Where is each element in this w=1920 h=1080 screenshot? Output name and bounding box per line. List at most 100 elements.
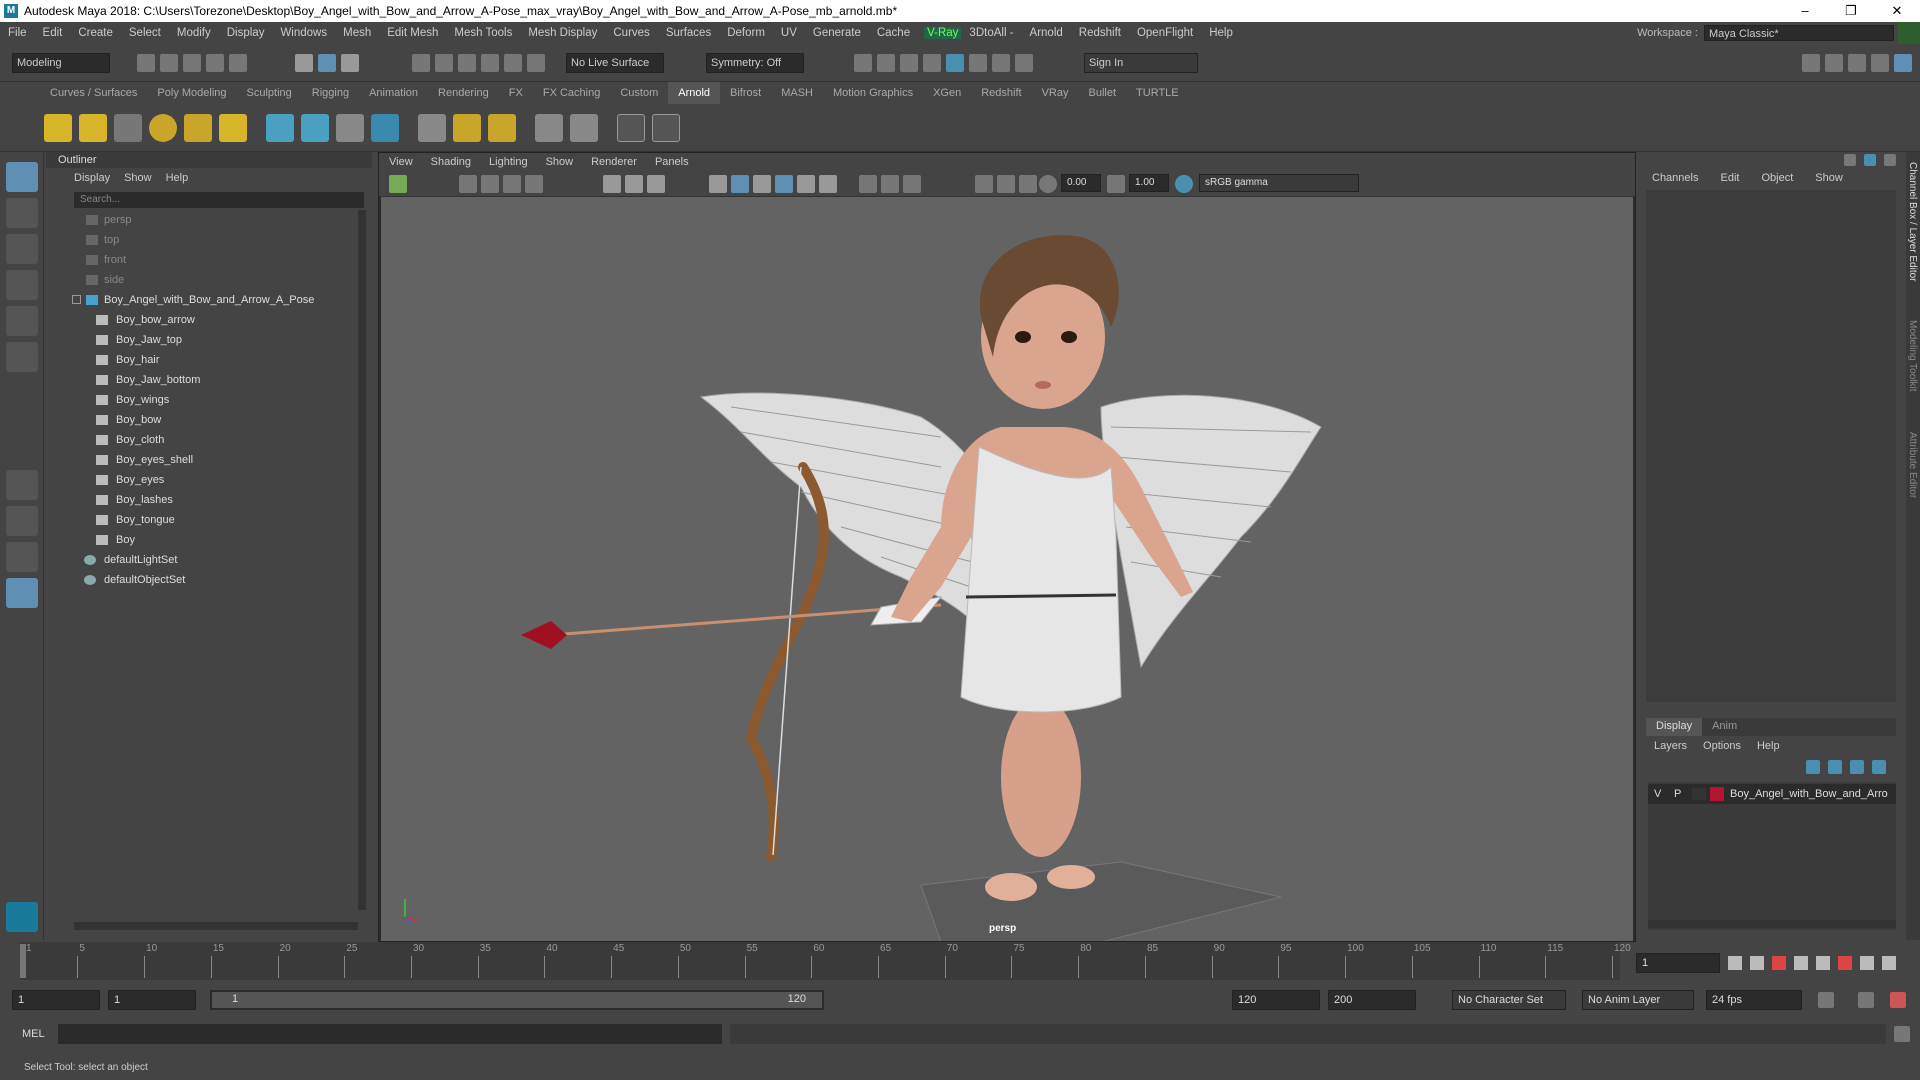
step-forward-key-icon[interactable]	[1860, 956, 1874, 970]
render-settings-arnold-icon[interactable]	[570, 114, 598, 142]
snap-pivot-icon[interactable]	[527, 54, 545, 72]
rotate-tool-icon[interactable]	[6, 306, 38, 336]
live-surface-dropdown[interactable]: No Live Surface	[566, 53, 664, 73]
film-gate-icon[interactable]	[625, 175, 643, 193]
channel-menu-edit[interactable]: Edit	[1720, 172, 1739, 184]
flush-cache-icon[interactable]	[453, 114, 481, 142]
select-hierarchy-icon[interactable]	[295, 54, 313, 72]
animation-start-field[interactable]: 1	[12, 990, 100, 1010]
viewport-menu-renderer[interactable]: Renderer	[591, 153, 637, 171]
shelf-tab-curves-surfaces[interactable]: Curves / Surfaces	[40, 87, 147, 99]
step-forward-frame-icon[interactable]	[1838, 956, 1852, 970]
tree-item-persp[interactable]: persp	[46, 210, 361, 230]
layer-row[interactable]: V P Boy_Angel_with_Bow_and_Arro	[1648, 784, 1896, 804]
play-backward-icon[interactable]	[1794, 956, 1808, 970]
menu-windows[interactable]: Windows	[272, 27, 335, 39]
outliner-layout-icon[interactable]	[6, 578, 38, 608]
menu-edit[interactable]: Edit	[35, 27, 71, 39]
current-frame-field[interactable]: 1	[1636, 953, 1720, 973]
script-editor-icon[interactable]	[1894, 1026, 1910, 1042]
modeling-toolkit-icon[interactable]	[1802, 54, 1820, 72]
menu-select[interactable]: Select	[121, 27, 169, 39]
tree-item-set[interactable]: defaultLightSet	[46, 550, 361, 570]
animation-end-field[interactable]: 200	[1328, 990, 1416, 1010]
resolution-gate-icon[interactable]	[647, 175, 665, 193]
menu-uv[interactable]: UV	[773, 27, 805, 39]
outliner-search-input[interactable]: Search...	[74, 192, 364, 208]
viewport-menu-show[interactable]: Show	[546, 153, 574, 171]
four-view-icon[interactable]	[6, 506, 38, 536]
snap-surface-icon[interactable]	[504, 54, 522, 72]
menu-help[interactable]: Help	[1201, 27, 1241, 39]
menu-mesh-display[interactable]: Mesh Display	[520, 27, 605, 39]
isolate-select-icon[interactable]	[975, 175, 993, 193]
new-scene-icon[interactable]	[137, 54, 155, 72]
redo-icon[interactable]	[229, 54, 247, 72]
channel-box-help-icon[interactable]	[1864, 154, 1876, 166]
play-render-icon[interactable]	[652, 114, 680, 142]
workspace-dropdown[interactable]: Maya Classic*	[1704, 25, 1894, 41]
physical-sky-icon[interactable]	[219, 114, 247, 142]
render-settings-icon[interactable]	[923, 54, 941, 72]
exposure-field[interactable]: 0.00	[1061, 174, 1101, 192]
render-view-arnold-icon[interactable]	[535, 114, 563, 142]
tree-item-child[interactable]: Boy_lashes	[46, 490, 361, 510]
playback-end-field[interactable]: 120	[1232, 990, 1320, 1010]
lasso-tool-icon[interactable]	[6, 198, 38, 228]
character-controls-icon[interactable]	[1825, 54, 1843, 72]
channel-box-pin-icon[interactable]	[1844, 154, 1856, 166]
tree-item-child[interactable]: Boy_wings	[46, 390, 361, 410]
character-set-dropdown[interactable]: No Character Set	[1452, 990, 1566, 1010]
camera-attributes-icon[interactable]	[459, 175, 477, 193]
side-tab-modeling-toolkit[interactable]: Modeling Toolkit	[1907, 320, 1918, 392]
shelf-tab-redshift[interactable]: Redshift	[971, 87, 1031, 99]
layer-playback-toggle[interactable]: P	[1674, 784, 1681, 804]
wireframe-icon[interactable]	[709, 175, 727, 193]
range-slider-handle[interactable]: 1 120	[212, 992, 822, 1008]
viewport-menu-panels[interactable]: Panels	[655, 153, 689, 171]
outliner-menu-help[interactable]: Help	[166, 168, 189, 188]
shelf-tab-bifrost[interactable]: Bifrost	[720, 87, 771, 99]
attribute-editor-icon[interactable]	[1848, 54, 1866, 72]
menu-mesh-tools[interactable]: Mesh Tools	[446, 27, 520, 39]
shelf-tab-xgen[interactable]: XGen	[923, 87, 971, 99]
curvature-icon[interactable]	[371, 114, 399, 142]
menu-modify[interactable]: Modify	[169, 27, 219, 39]
menu-openflight[interactable]: OpenFlight	[1129, 27, 1201, 39]
export-standin-icon[interactable]	[301, 114, 329, 142]
remove-cache-icon[interactable]	[488, 114, 516, 142]
tree-item-child[interactable]: Boy_bow_arrow	[46, 310, 361, 330]
tree-item-front[interactable]: front	[46, 250, 361, 270]
tree-item-child[interactable]: Boy_eyes	[46, 470, 361, 490]
tree-item-child[interactable]: Boy_tongue	[46, 510, 361, 530]
layer-scrollbar[interactable]	[1648, 920, 1896, 928]
default-material-icon[interactable]	[753, 175, 771, 193]
close-button[interactable]: ✕	[1874, 0, 1920, 22]
step-back-key-icon[interactable]	[1750, 956, 1764, 970]
outliner-menu-show[interactable]: Show	[124, 168, 152, 188]
move-layer-down-icon[interactable]	[1828, 760, 1842, 774]
menu-generate[interactable]: Generate	[805, 27, 869, 39]
shelf-tab-vray[interactable]: VRay	[1032, 87, 1079, 99]
save-scene-icon[interactable]	[183, 54, 201, 72]
collapse-icon[interactable]	[72, 295, 81, 304]
shadows-icon[interactable]	[819, 175, 837, 193]
snap-curve-icon[interactable]	[435, 54, 453, 72]
single-perspective-view-icon[interactable]	[6, 470, 38, 500]
grid-icon[interactable]	[603, 175, 621, 193]
shelf-tab-motion-graphics[interactable]: Motion Graphics	[823, 87, 923, 99]
channel-menu-channels[interactable]: Channels	[1652, 172, 1698, 184]
image-plane-icon[interactable]	[503, 175, 521, 193]
menu-curves[interactable]: Curves	[605, 27, 657, 39]
menu-redshift[interactable]: Redshift	[1071, 27, 1129, 39]
ssao-icon[interactable]	[997, 175, 1015, 193]
skydome-light-icon[interactable]	[149, 114, 177, 142]
command-input[interactable]	[58, 1024, 722, 1044]
move-layer-up-icon[interactable]	[1806, 760, 1820, 774]
layer-color-swatch[interactable]	[1710, 787, 1724, 801]
shelf-tab-custom[interactable]: Custom	[610, 87, 668, 99]
gamma-field[interactable]: 1.00	[1129, 174, 1169, 192]
shelf-tab-turtle[interactable]: TURTLE	[1126, 87, 1189, 99]
two-panes-icon[interactable]	[6, 542, 38, 572]
menu-deform[interactable]: Deform	[719, 27, 773, 39]
